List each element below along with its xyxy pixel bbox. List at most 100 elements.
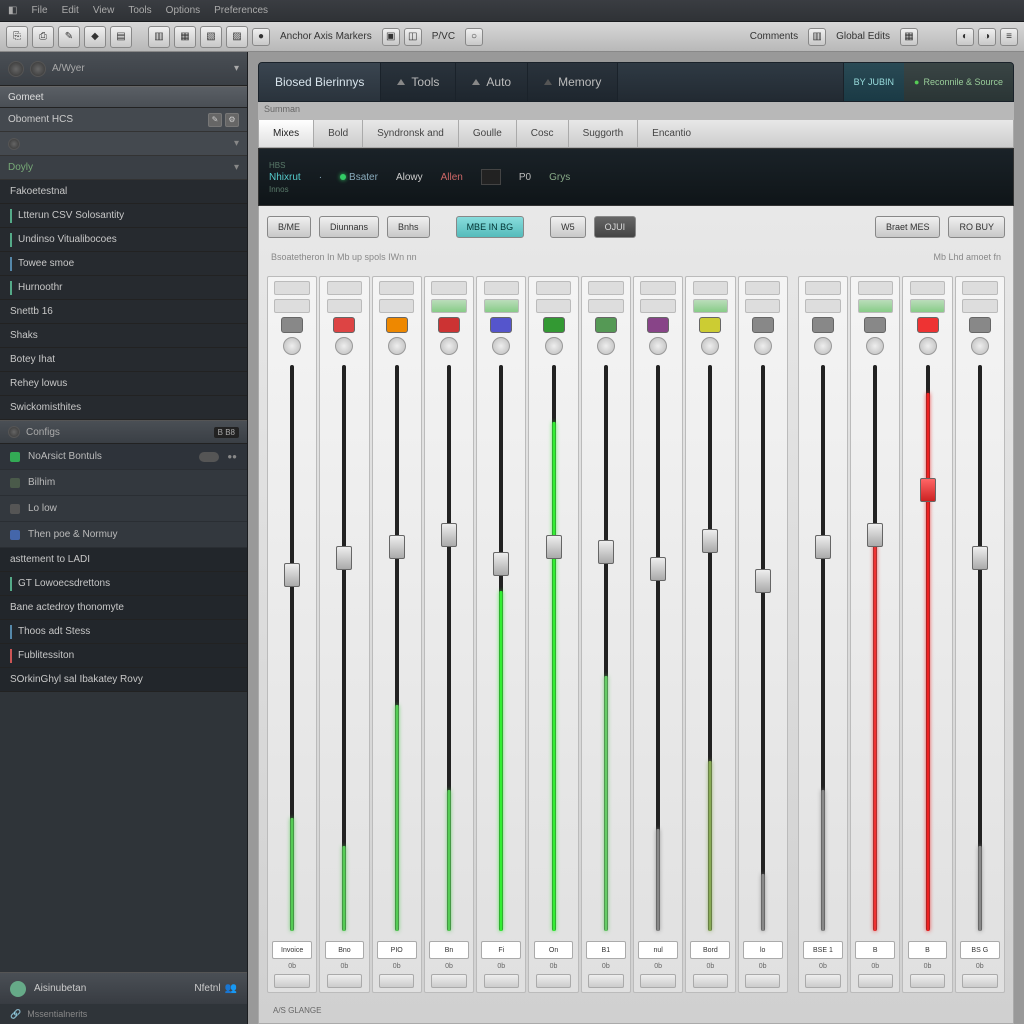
fader-cap[interactable]: [867, 523, 883, 547]
menu-item[interactable]: Edit: [62, 5, 79, 16]
pan-knob[interactable]: [919, 337, 937, 355]
pan-knob[interactable]: [545, 337, 563, 355]
record-button[interactable]: [917, 317, 939, 333]
channel-footer-button[interactable]: [588, 974, 623, 988]
fader-track[interactable]: [290, 365, 294, 931]
sidebar-row[interactable]: Oboment HCS ✎⚙: [0, 108, 247, 132]
insert-slot[interactable]: [588, 281, 623, 295]
record-button[interactable]: [490, 317, 512, 333]
toolbar-button[interactable]: ▨: [226, 26, 248, 48]
insert-slot[interactable]: [484, 281, 519, 295]
fader-track[interactable]: [761, 365, 765, 931]
sidebar-item[interactable]: Fublitessiton: [0, 644, 247, 668]
channel-label[interactable]: Bno: [325, 941, 365, 959]
pan-knob[interactable]: [492, 337, 510, 355]
view-tab[interactable]: Cosc: [517, 120, 569, 147]
sidebar-item[interactable]: Shaks: [0, 324, 247, 348]
fader-cap[interactable]: [972, 546, 988, 570]
fader-cap[interactable]: [284, 563, 300, 587]
fader-track[interactable]: [926, 365, 930, 931]
fader-track[interactable]: [604, 365, 608, 931]
insert-slot[interactable]: [484, 299, 519, 313]
fader-track[interactable]: [447, 365, 451, 931]
sidebar-row[interactable]: ▾: [0, 132, 247, 156]
fader-cap[interactable]: [702, 529, 718, 553]
sidebar-subitem[interactable]: NoArsict Bontuls●●: [0, 444, 247, 470]
channel-footer-button[interactable]: [484, 974, 519, 988]
toolbar-button[interactable]: ▣: [382, 28, 400, 46]
record-button[interactable]: [386, 317, 408, 333]
sidebar-item[interactable]: Bane actedroy thonomyte: [0, 596, 247, 620]
sidebar-item[interactable]: Snettb 16: [0, 300, 247, 324]
mixer-button[interactable]: Braet MES: [875, 216, 941, 238]
toolbar-button[interactable]: ▥: [808, 28, 826, 46]
channel-label[interactable]: PIO: [377, 941, 417, 959]
channel-footer-button[interactable]: [962, 974, 997, 988]
sidebar-item[interactable]: Swickomisthites: [0, 396, 247, 420]
channel-footer-button[interactable]: [693, 974, 728, 988]
channel-label[interactable]: BSE 1: [803, 941, 843, 959]
edit-icon[interactable]: ✎: [208, 113, 222, 127]
record-button[interactable]: [969, 317, 991, 333]
mixer-button[interactable]: B/ME: [267, 216, 311, 238]
channel-label[interactable]: B1: [586, 941, 626, 959]
pan-knob[interactable]: [649, 337, 667, 355]
view-tab[interactable]: Syndronsk and: [363, 120, 459, 147]
menu-item[interactable]: Options: [166, 5, 200, 16]
fader-track[interactable]: [708, 365, 712, 931]
toolbar-button[interactable]: ▧: [200, 26, 222, 48]
fader-cap[interactable]: [389, 535, 405, 559]
channel-label[interactable]: lo: [743, 941, 783, 959]
mixer-button[interactable]: Diunnans: [319, 216, 379, 238]
fader-track[interactable]: [978, 365, 982, 931]
record-button[interactable]: [595, 317, 617, 333]
toolbar-button[interactable]: ⎙: [32, 26, 54, 48]
fader-cap[interactable]: [755, 569, 771, 593]
fader-cap[interactable]: [336, 546, 352, 570]
view-tab[interactable]: Suggorth: [569, 120, 639, 147]
insert-slot[interactable]: [274, 299, 309, 313]
fader-track[interactable]: [873, 365, 877, 931]
insert-slot[interactable]: [640, 281, 675, 295]
record-button[interactable]: [864, 317, 886, 333]
insert-slot[interactable]: [805, 299, 840, 313]
channel-footer-button[interactable]: [379, 974, 414, 988]
pan-knob[interactable]: [597, 337, 615, 355]
insert-slot[interactable]: [431, 299, 466, 313]
channel-label[interactable]: nul: [638, 941, 678, 959]
tab-tools[interactable]: Tools: [381, 63, 456, 101]
pan-knob[interactable]: [283, 337, 301, 355]
mixer-button[interactable]: W5: [550, 216, 586, 238]
gear-icon[interactable]: ⚙: [225, 113, 239, 127]
insert-slot[interactable]: [536, 299, 571, 313]
insert-slot[interactable]: [962, 299, 997, 313]
sidebar-top-selector[interactable]: A/Wyer ▾: [0, 52, 247, 86]
fader-cap[interactable]: [441, 523, 457, 547]
channel-footer-button[interactable]: [640, 974, 675, 988]
pan-knob[interactable]: [440, 337, 458, 355]
channel-label[interactable]: On: [534, 941, 574, 959]
insert-slot[interactable]: [640, 299, 675, 313]
channel-label[interactable]: Invoice: [272, 941, 312, 959]
sidebar-section-header[interactable]: Configs B B8: [0, 420, 247, 444]
channel-footer-button[interactable]: [745, 974, 780, 988]
sidebar-item[interactable]: Undinso Vitualibocoes: [0, 228, 247, 252]
toolbar-label[interactable]: Global Edits: [830, 31, 896, 42]
sidebar-dropdown[interactable]: Doyly ▾: [0, 156, 247, 180]
sidebar-item[interactable]: Fakoetestnal: [0, 180, 247, 204]
channel-label[interactable]: B: [855, 941, 895, 959]
fader-track[interactable]: [342, 365, 346, 931]
toolbar-button[interactable]: ▤: [110, 26, 132, 48]
sidebar-item[interactable]: Rehey lowus: [0, 372, 247, 396]
sidebar-item[interactable]: asttement to LADI: [0, 548, 247, 572]
fader-track[interactable]: [499, 365, 503, 931]
insert-slot[interactable]: [379, 281, 414, 295]
pan-knob[interactable]: [866, 337, 884, 355]
fader-cap[interactable]: [815, 535, 831, 559]
tab-auto[interactable]: Auto: [456, 63, 528, 101]
fader-track[interactable]: [821, 365, 825, 931]
fader-cap[interactable]: [920, 478, 936, 502]
insert-slot[interactable]: [693, 281, 728, 295]
view-tab[interactable]: Goulle: [459, 120, 517, 147]
sidebar-subitem[interactable]: Lo low: [0, 496, 247, 522]
